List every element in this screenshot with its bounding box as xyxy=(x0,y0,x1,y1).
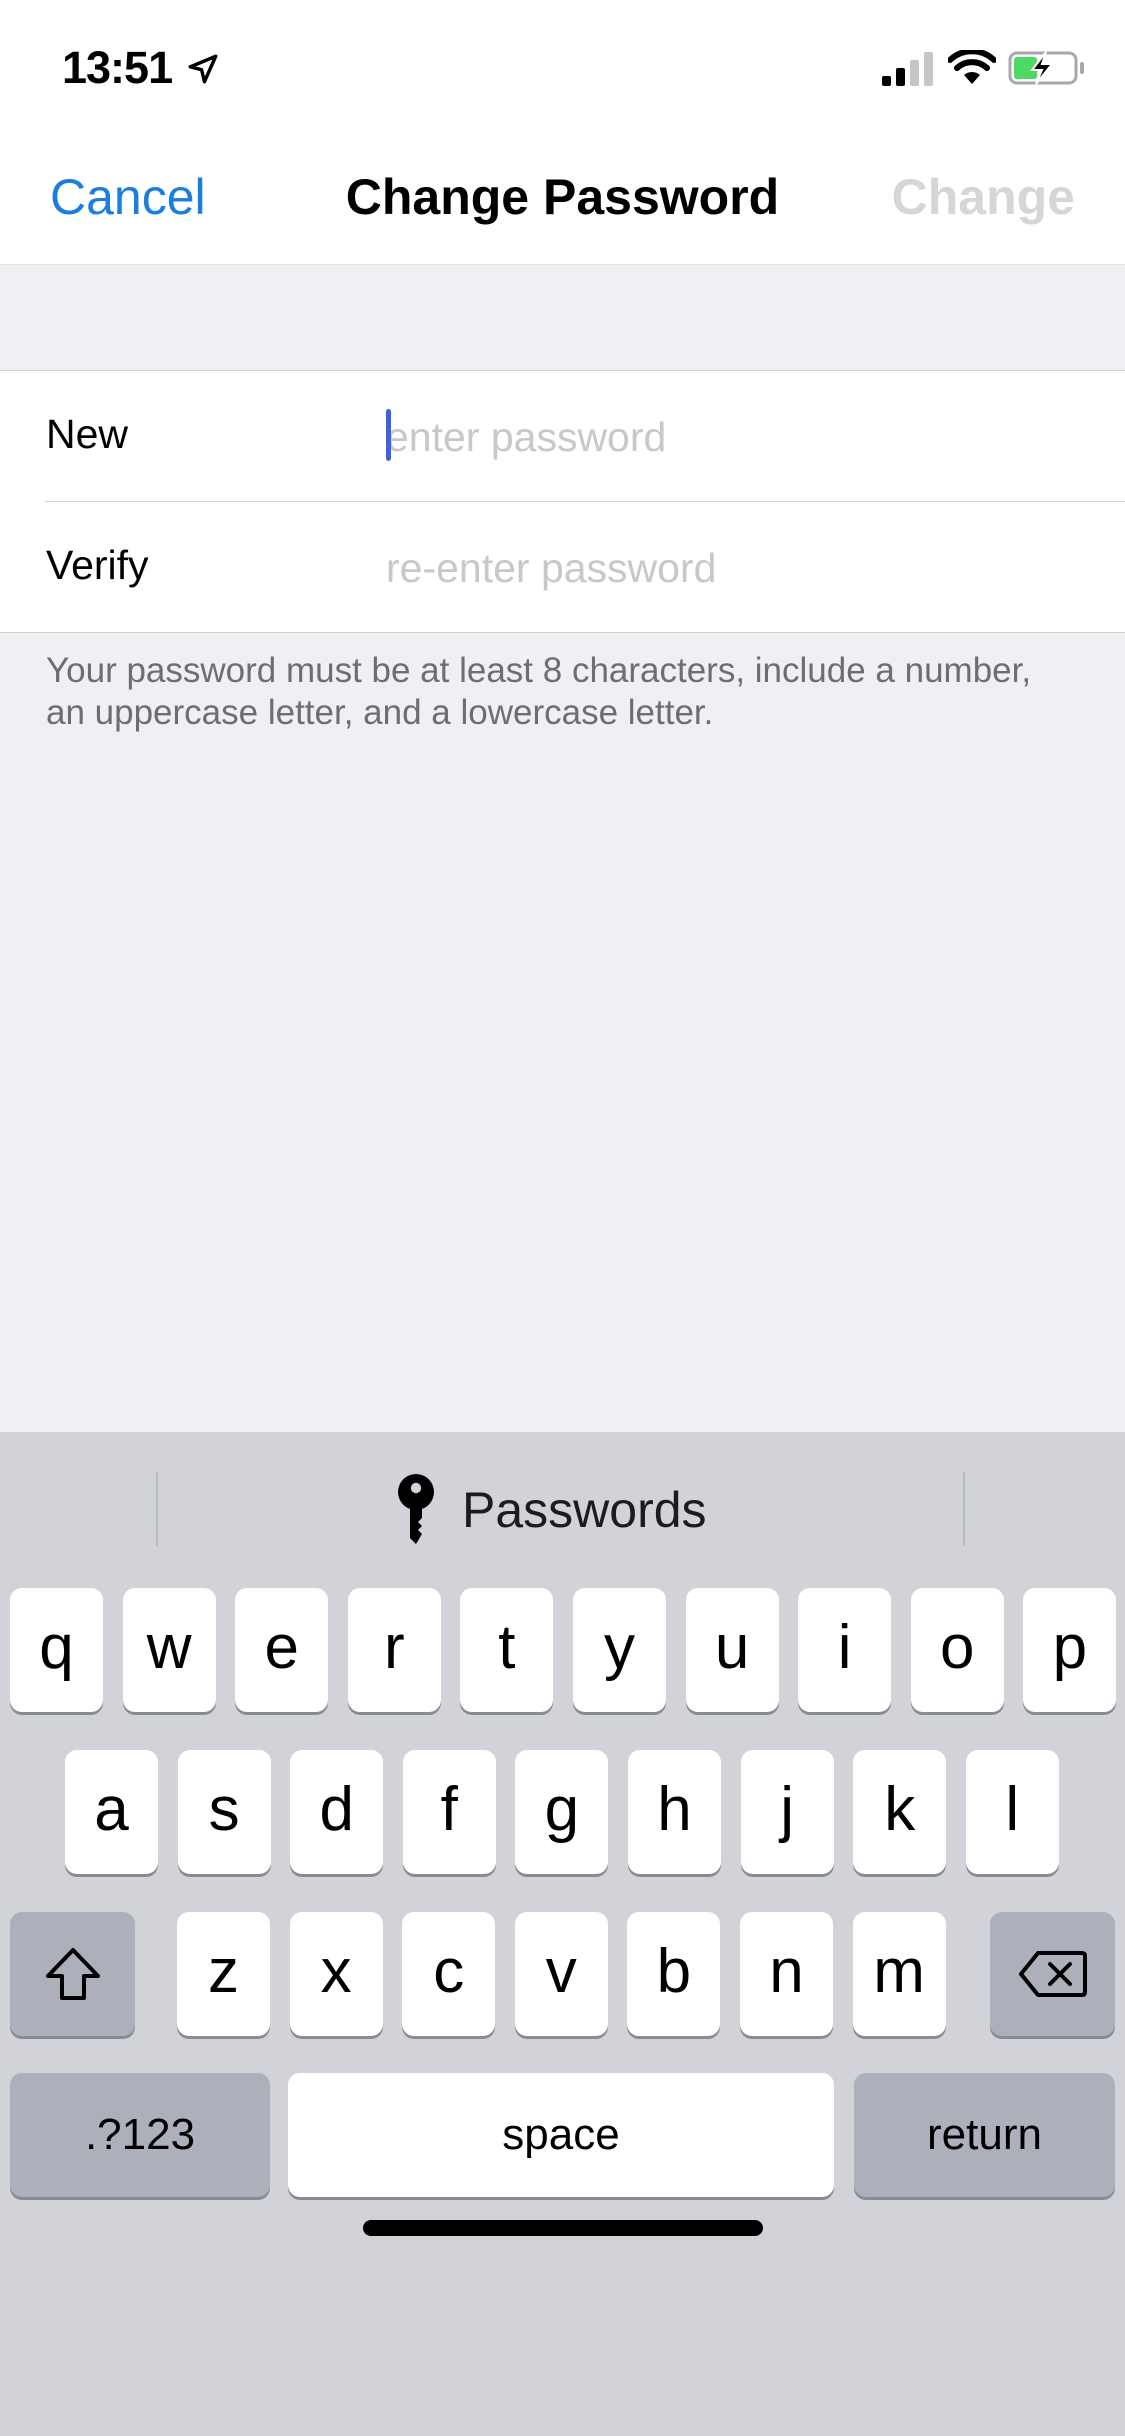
key-s[interactable]: s xyxy=(177,1750,271,1874)
battery-charging-icon xyxy=(1008,51,1084,85)
space-key[interactable]: space xyxy=(288,2073,834,2197)
numbers-key[interactable]: .?123 xyxy=(10,2073,270,2197)
password-form: New Verify xyxy=(0,370,1125,633)
home-indicator xyxy=(363,2220,763,2236)
key-x[interactable]: x xyxy=(289,1912,383,2036)
key-f[interactable]: f xyxy=(402,1750,496,1874)
shift-icon xyxy=(45,1948,100,2000)
key-u[interactable]: u xyxy=(685,1588,779,1712)
wifi-icon xyxy=(948,50,996,84)
verify-password-label: Verify xyxy=(46,542,149,588)
key-o[interactable]: o xyxy=(910,1588,1004,1712)
delete-key[interactable] xyxy=(990,1912,1115,2036)
new-password-input[interactable] xyxy=(386,399,1086,475)
change-button[interactable]: Change xyxy=(892,168,1075,226)
key-n[interactable]: n xyxy=(740,1912,833,2036)
key-e[interactable]: e xyxy=(235,1588,329,1712)
passwords-label: Passwords xyxy=(462,1482,707,1538)
key-d[interactable]: d xyxy=(290,1750,384,1874)
key-k[interactable]: k xyxy=(853,1750,947,1874)
key-j[interactable]: j xyxy=(740,1750,834,1874)
new-password-label: New xyxy=(46,411,129,457)
status-time: 13:51 xyxy=(62,42,173,93)
key-w[interactable]: w xyxy=(122,1588,216,1712)
key-z[interactable]: z xyxy=(177,1912,270,2036)
key-y[interactable]: y xyxy=(573,1588,666,1712)
cancel-button[interactable]: Cancel xyxy=(50,168,206,226)
key-m[interactable]: m xyxy=(852,1912,946,2036)
page-title: Change Password xyxy=(345,169,780,225)
new-password-row[interactable]: New xyxy=(0,371,1125,502)
verify-password-row[interactable]: Verify xyxy=(0,502,1125,633)
text-cursor xyxy=(386,409,391,461)
key-i[interactable]: i xyxy=(798,1588,892,1712)
key-icon xyxy=(398,1474,434,1544)
suggestion-separator xyxy=(156,1472,158,1546)
key-g[interactable]: g xyxy=(515,1750,609,1874)
shift-key[interactable] xyxy=(10,1912,135,2036)
key-t[interactable]: t xyxy=(460,1588,554,1712)
key-v[interactable]: v xyxy=(514,1912,608,2036)
return-key[interactable]: return xyxy=(854,2073,1115,2197)
delete-backspace-icon xyxy=(1018,1951,1087,1997)
key-h[interactable]: h xyxy=(628,1750,721,1874)
location-arrow-icon xyxy=(188,54,218,84)
key-r[interactable]: r xyxy=(347,1588,441,1712)
verify-password-input[interactable] xyxy=(386,530,1086,606)
passwords-suggestion-button[interactable]: Passwords xyxy=(394,1470,707,1550)
suggestion-separator xyxy=(963,1472,965,1546)
keyboard: Passwords qwertyuiop asdfghjkl zxcvbnm .… xyxy=(0,1432,1125,2436)
key-c[interactable]: c xyxy=(402,1912,496,2036)
key-a[interactable]: a xyxy=(65,1750,158,1874)
password-requirements-note: Your password must be at least 8 charact… xyxy=(46,651,1032,732)
keyboard-suggestion-bar: Passwords xyxy=(0,1432,1125,1580)
top-bar: 13:51 Cancel Change Password Change xyxy=(0,0,1125,265)
key-b[interactable]: b xyxy=(627,1912,721,2036)
key-p[interactable]: p xyxy=(1023,1588,1117,1712)
key-l[interactable]: l xyxy=(965,1750,1059,1874)
key-q[interactable]: q xyxy=(10,1588,103,1712)
cellular-signal-icon xyxy=(882,52,933,86)
